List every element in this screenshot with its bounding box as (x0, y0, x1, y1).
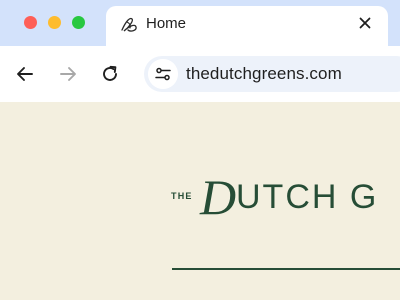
browser-window: Home thedutchgreens.com THE D UTCH G (0, 0, 400, 300)
logo-initial: D (199, 169, 236, 225)
toolbar: thedutchgreens.com (0, 46, 400, 102)
url-text[interactable]: thedutchgreens.com (186, 64, 342, 84)
logo-the: THE (171, 191, 193, 201)
tab-strip: Home (0, 0, 400, 48)
divider-line (172, 268, 400, 270)
dutch-greens-monogram-icon (121, 17, 137, 32)
logo-wordmark: UTCH G (236, 178, 378, 216)
reload-icon[interactable] (98, 62, 122, 86)
arrow-right-icon[interactable] (56, 62, 80, 86)
window-zoom-button[interactable] (72, 16, 85, 29)
window-close-button[interactable] (24, 16, 37, 29)
address-bar[interactable]: thedutchgreens.com (144, 56, 400, 92)
page-content: THE D UTCH G (0, 102, 400, 300)
close-icon[interactable] (356, 14, 374, 32)
tab-home[interactable]: Home (106, 6, 388, 48)
tune-icon[interactable] (148, 59, 178, 89)
arrow-left-icon[interactable] (13, 62, 37, 86)
tab-title: Home (146, 15, 187, 32)
brand-logo: THE D UTCH G (171, 169, 378, 225)
window-minimize-button[interactable] (48, 16, 61, 29)
